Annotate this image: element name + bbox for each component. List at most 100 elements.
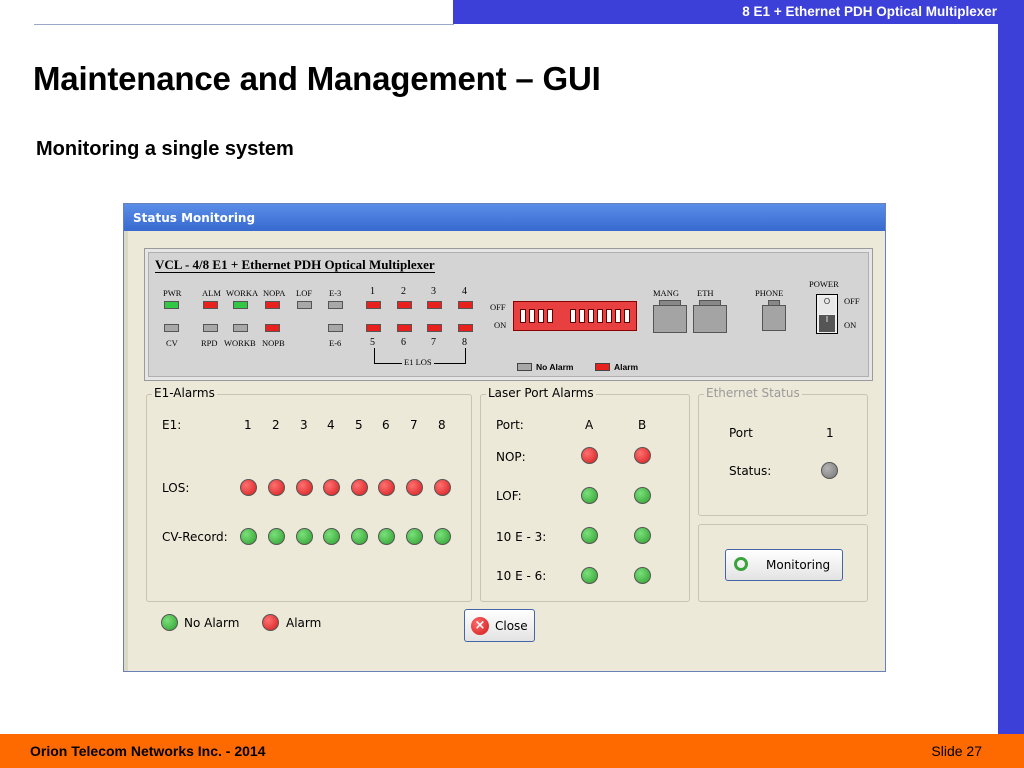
power-on-label: ON	[844, 320, 857, 330]
e1-alarms-group	[146, 394, 472, 602]
led-workb	[233, 324, 248, 332]
phone-port	[762, 305, 786, 331]
e1-port-number: 5	[355, 418, 363, 432]
slide-title: Maintenance and Management – GUI	[33, 60, 601, 97]
led-label-8: 8	[462, 337, 467, 348]
refresh-icon	[734, 557, 748, 571]
led-label-workb: WORKB	[224, 338, 256, 348]
led-nopa	[265, 301, 280, 309]
close-button[interactable]: × Close	[464, 609, 535, 642]
nop-label: NOP:	[496, 450, 526, 464]
los-indicator-1	[240, 479, 257, 496]
power-switch: O I	[816, 294, 838, 334]
e6-label: 10 E - 6:	[496, 569, 547, 583]
mang-port	[653, 305, 687, 333]
e1-port-number: 7	[410, 418, 418, 432]
los-indicator-3	[296, 479, 313, 496]
close-button-label: Close	[495, 619, 528, 633]
led-label-7: 7	[431, 337, 436, 348]
e1-port-number: 2	[272, 418, 280, 432]
mang-label: MANG	[653, 288, 679, 298]
slide-footer: Orion Telecom Networks Inc. - 2014 Slide…	[0, 734, 1024, 768]
panel-legend-alarm: Alarm	[614, 362, 639, 372]
lof-b-indicator	[634, 487, 651, 504]
lof-a-indicator	[581, 487, 598, 504]
slide-side-bar	[998, 0, 1024, 734]
dip-on-label: ON	[494, 320, 507, 330]
led-e1-6	[397, 324, 412, 332]
e1-los-label: E1 LOS	[402, 357, 434, 367]
monitoring-button[interactable]: Monitoring	[725, 549, 843, 581]
led-e1-1	[366, 301, 381, 309]
led-label-lof: LOF	[296, 288, 313, 298]
e3-label: 10 E - 3:	[496, 530, 547, 544]
led-e6	[328, 324, 343, 332]
led-lof	[297, 301, 312, 309]
power-switch-on: I	[819, 315, 835, 332]
ethernet-status-group	[698, 394, 868, 516]
los-indicator-5	[351, 479, 368, 496]
laser-port-alarms-title: Laser Port Alarms	[486, 386, 596, 400]
ethernet-status-label: Status:	[729, 464, 772, 478]
led-label-pwr: PWR	[163, 288, 182, 298]
lof-label: LOF:	[496, 489, 522, 503]
panel-legend-no-alarm: No Alarm	[536, 362, 574, 372]
e1-port-number: 6	[382, 418, 390, 432]
monitoring-button-label: Monitoring	[766, 558, 831, 572]
los-indicator-8	[434, 479, 451, 496]
led-label-1: 1	[370, 286, 375, 297]
cv-indicator-8	[434, 528, 451, 545]
e6-b-indicator	[634, 567, 651, 584]
footer-company: Orion Telecom Networks Inc. - 2014	[30, 743, 266, 759]
ethernet-port-label: Port	[729, 426, 753, 440]
los-indicator-4	[323, 479, 340, 496]
e3-a-indicator	[581, 527, 598, 544]
cv-indicator-6	[378, 528, 395, 545]
e1-port-number: 3	[300, 418, 308, 432]
led-e1-2	[397, 301, 412, 309]
e3-b-indicator	[634, 527, 651, 544]
power-label: POWER	[809, 279, 839, 289]
led-rpd	[203, 324, 218, 332]
footer-slide-number: Slide 27	[931, 743, 982, 759]
laser-port-label: Port:	[496, 418, 524, 432]
led-label-3: 3	[431, 286, 436, 297]
nop-b-indicator	[634, 447, 651, 464]
legend-no-alarm-label: No Alarm	[184, 616, 240, 630]
panel-legend-no-alarm-swatch	[517, 363, 532, 371]
led-label-worka: WORKA	[226, 288, 259, 298]
e6-a-indicator	[581, 567, 598, 584]
nop-a-indicator	[581, 447, 598, 464]
laser-col-a: A	[585, 418, 594, 432]
los-indicator-2	[268, 479, 285, 496]
header-rule	[34, 24, 454, 25]
led-nopb	[265, 324, 280, 332]
los-indicator-7	[406, 479, 423, 496]
panel-title: VCL - 4/8 E1 + Ethernet PDH Optical Mult…	[155, 257, 435, 273]
ethernet-port-value: 1	[826, 426, 834, 440]
eth-port	[693, 305, 727, 333]
led-label-4: 4	[462, 286, 467, 297]
led-e1-4	[458, 301, 473, 309]
dip-switch-bank	[513, 301, 637, 331]
dip-off-label: OFF	[490, 302, 506, 312]
e1-port-number: 8	[438, 418, 446, 432]
led-label-nopb: NOPB	[262, 338, 285, 348]
led-label-rpd: RPD	[201, 338, 218, 348]
led-e3	[328, 301, 343, 309]
cv-record-label: CV-Record:	[162, 530, 228, 544]
led-alm	[203, 301, 218, 309]
led-label-5: 5	[370, 337, 375, 348]
led-label-e6: E-6	[329, 338, 342, 348]
led-label-alm: ALM	[202, 288, 221, 298]
panel-legend-alarm-swatch	[595, 363, 610, 371]
led-label-nopa: NOPA	[263, 288, 286, 298]
led-label-6: 6	[401, 337, 406, 348]
window-title: Status Monitoring	[124, 204, 885, 231]
ethernet-status-title: Ethernet Status	[704, 386, 802, 400]
slide-header: 8 E1 + Ethernet PDH Optical Multiplexer	[453, 0, 999, 24]
led-e1-5	[366, 324, 381, 332]
los-indicator-6	[378, 479, 395, 496]
cv-indicator-5	[351, 528, 368, 545]
e1-port-number: 4	[327, 418, 335, 432]
